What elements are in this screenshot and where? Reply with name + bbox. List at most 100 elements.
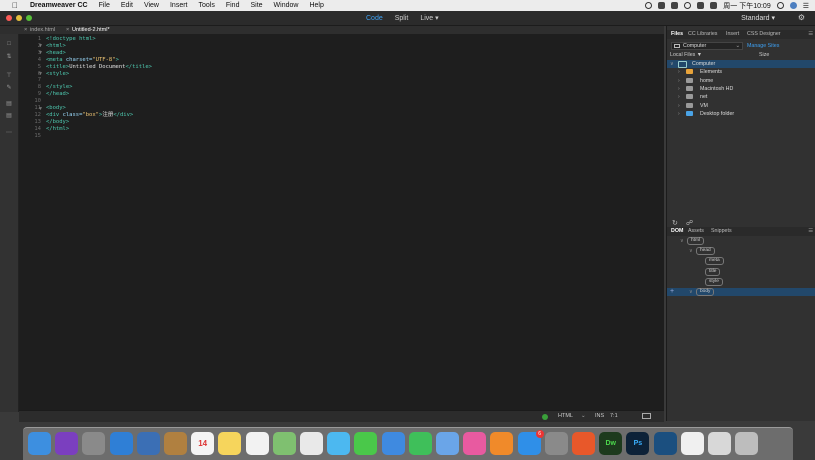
code-line[interactable]: <html> [46,43,66,50]
timemachine-icon[interactable] [671,2,679,9]
dropbox-icon[interactable] [658,2,666,9]
fold-toggle-icon[interactable]: ▼ [38,71,43,77]
fold-toggle-icon[interactable]: ▼ [38,50,43,56]
photos-icon[interactable] [300,432,323,455]
maps-icon[interactable] [272,432,296,455]
dom-node[interactable]: title [705,267,721,276]
code-line[interactable]: <style> [46,71,69,78]
tab-untitled-2[interactable]: Untitled-2.html* [72,26,110,34]
comment-icon[interactable]: ▤ [5,100,13,107]
view-code-button[interactable]: Code [366,15,383,22]
tab-dom[interactable]: DOM [671,228,683,234]
messages-icon[interactable] [327,432,351,455]
menu-file[interactable]: File [99,2,110,9]
mail-icon[interactable] [136,432,160,455]
wifi-icon[interactable] [684,2,692,9]
file-tree-item[interactable]: › Desktop folder [667,110,815,118]
tab-files[interactable]: Files [671,31,683,37]
keyboard-icon[interactable] [642,413,651,419]
file-tree-item[interactable]: › Elements [667,68,815,76]
open-documents-icon[interactable]: □ [5,41,13,48]
battery-icon[interactable] [710,2,718,9]
file-tree-item[interactable]: › VM [667,102,815,110]
local-files-header[interactable]: Local Files ▼ [670,52,702,58]
file-tree-item[interactable]: › Macintosh HD [667,85,815,93]
dom-node[interactable]: meta [705,257,724,266]
code-line[interactable]: <meta charset="UTF-8"> [46,57,119,64]
menu-help[interactable]: Help [309,2,323,9]
chevron-down-icon[interactable]: ∨ [689,248,693,254]
file-tree-item[interactable]: › net [667,93,815,101]
reminders-icon[interactable] [245,432,269,455]
dom-node[interactable]: html [687,237,705,245]
menu-view[interactable]: View [144,2,159,9]
chevron-right-icon[interactable]: › [678,93,680,101]
calendar-icon[interactable]: 14 [191,432,215,455]
refresh-icon[interactable]: ↻ [672,219,678,227]
zoom-window-icon[interactable] [26,15,32,21]
code-line[interactable]: <head> [46,50,66,57]
chevron-down-icon[interactable]: ∨ [689,289,693,295]
safari-icon[interactable] [109,432,133,455]
finder-icon[interactable] [28,432,51,455]
code-line[interactable]: </body> [46,119,69,126]
screen-icon[interactable] [708,432,731,455]
launchpad-icon[interactable] [82,432,106,455]
siri-icon[interactable] [55,432,79,455]
view-split-button[interactable]: Split [395,15,409,22]
menu-find[interactable]: Find [226,2,240,9]
menu-site[interactable]: Site [250,2,262,9]
fold-toggle-icon[interactable]: ▼ [38,43,43,49]
site-sync-icon[interactable]: ☍ [686,219,693,227]
minimize-window-icon[interactable] [16,15,22,21]
add-element-icon[interactable]: + [670,288,674,295]
code-line[interactable]: </style> [46,84,73,91]
notes-icon[interactable] [218,432,242,455]
app-menu[interactable]: Dreamweaver CC [30,2,88,9]
notes-brown-icon[interactable] [164,432,187,455]
chevron-down-icon[interactable]: ∨ [680,238,684,244]
photoshop-icon[interactable]: Ps [626,432,650,455]
fold-toggle-icon[interactable]: ▼ [38,106,43,112]
keynote2-icon[interactable] [436,432,459,455]
close-tab-icon[interactable]: × [24,26,27,34]
notification-center-icon[interactable]: ☰ [803,2,809,10]
chevron-right-icon[interactable]: › [678,77,680,85]
code-line[interactable]: <div class="box">注册</div> [46,112,133,119]
dom-node[interactable]: body [696,288,715,296]
menu-insert[interactable]: Insert [170,2,188,9]
chevron-right-icon[interactable]: › [678,110,680,118]
tab-cc-libraries[interactable]: CC Libraries [688,31,717,37]
chevron-right-icon[interactable]: › [678,102,680,110]
firefox-icon[interactable] [572,432,595,455]
document-type[interactable]: HTML [558,413,573,419]
panel-menu-icon[interactable]: ☰ [808,31,813,37]
dom-node[interactable]: style [705,277,723,286]
record-icon[interactable] [645,2,653,9]
keynote-icon[interactable] [381,432,405,455]
user-avatar-icon[interactable] [789,2,797,9]
chevron-right-icon[interactable]: › [678,68,680,76]
clock[interactable]: 周一 下午10:09 [723,1,770,11]
close-tab-icon[interactable]: × [66,26,69,34]
system-preferences-icon[interactable] [544,432,568,455]
facetime-icon[interactable] [354,432,378,455]
manage-sites-link[interactable]: Manage Sites [747,43,779,49]
dreamweaver-icon[interactable]: Dw [599,432,623,455]
file-management-icon[interactable]: ⇅ [5,53,13,60]
code-line[interactable]: <title>Untitled Document</title> [46,64,152,71]
tab-css-designer[interactable]: CSS Designer [747,31,781,37]
spotlight-icon[interactable] [776,2,784,9]
file-tree-item[interactable]: › home [667,77,815,85]
quicktime-icon[interactable] [653,432,677,455]
volume-icon[interactable] [697,2,705,9]
ibooks-icon[interactable] [490,432,514,455]
workspace-switcher[interactable]: Standard ▾ [741,11,775,25]
apple-menu-icon[interactable]:  [10,1,20,10]
tab-index-html[interactable]: index.html [30,26,55,34]
itunes-icon[interactable] [463,432,487,455]
code-line[interactable]: <!doctype html> [46,36,96,43]
menu-edit[interactable]: Edit [121,2,133,9]
tab-insert[interactable]: Insert [726,31,739,37]
format-source-icon[interactable]: ✎ [5,84,13,91]
